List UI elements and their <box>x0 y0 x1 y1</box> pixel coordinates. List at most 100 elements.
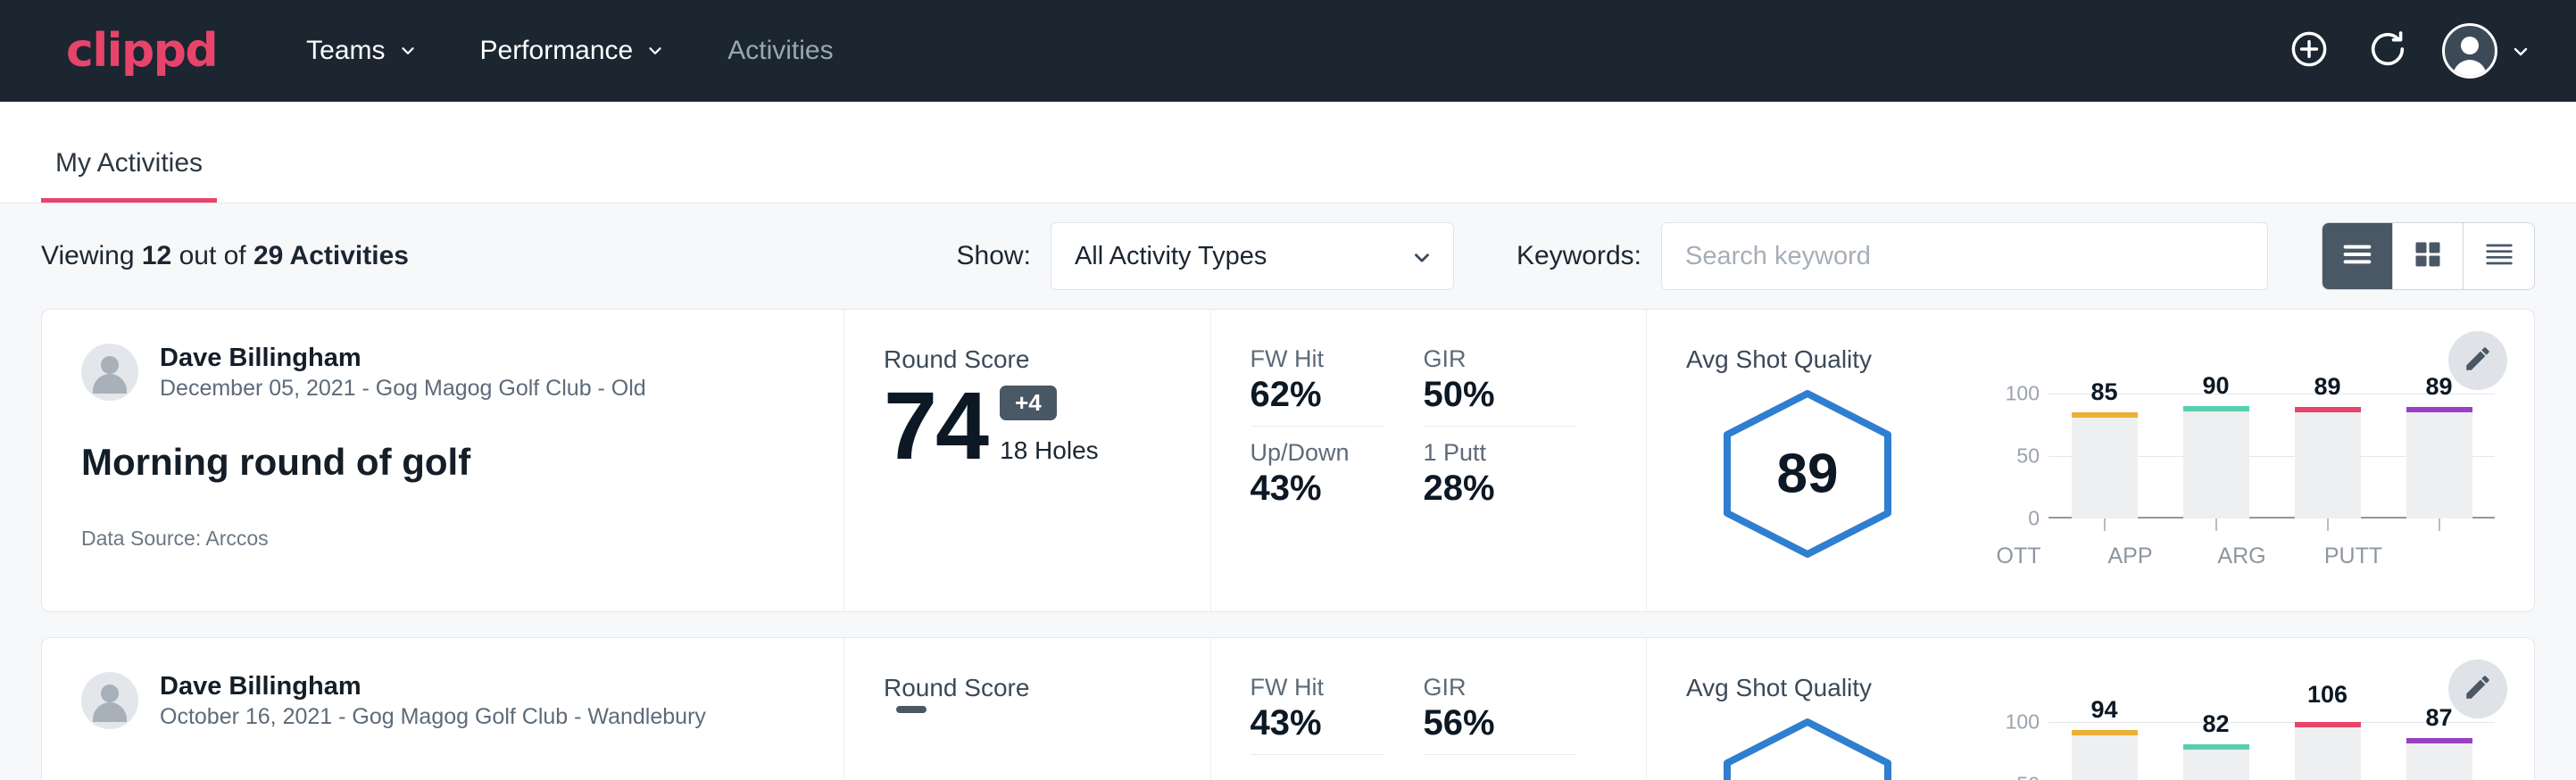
shot-quality-body: 89 100 50 0 <box>1686 379 2495 569</box>
round-score-label: Round Score <box>884 674 1210 702</box>
tab-my-activities[interactable]: My Activities <box>41 148 217 203</box>
round-stats-column: FW Hit 62% GIR 50% Up/Down 43% 1 Putt 28… <box>1211 310 1648 611</box>
avatar <box>2442 23 2497 79</box>
avatar-head <box>101 685 119 702</box>
nav-item-teams[interactable]: Teams <box>306 36 417 66</box>
nav-item-activities[interactable]: Activities <box>727 36 833 66</box>
round-stats-grid: FW Hit 62% GIR 50% Up/Down 43% 1 Putt 28… <box>1251 345 1647 509</box>
chart-bars: 85 90 89 <box>2048 394 2495 519</box>
viewing-summary: Viewing 12 out of 29 Activities <box>41 241 409 271</box>
activity-type-value: All Activity Types <box>1075 242 1410 271</box>
bar-ott-value: 85 <box>2090 378 2117 406</box>
score-to-par-badge: +4 <box>1000 386 1057 420</box>
stat-gir-label: GIR <box>1424 674 1575 701</box>
app-logo[interactable]: clippd <box>66 24 217 78</box>
tab-my-activities-label: My Activities <box>55 148 203 178</box>
bar-app-rect <box>2183 406 2249 519</box>
activity-type-select[interactable]: All Activity Types <box>1051 222 1454 290</box>
y-tick-50: 50 <box>2016 773 2040 780</box>
bar-putt: 89 <box>2383 394 2495 519</box>
shot-quality-column: Avg Shot Quality 100 50 0 <box>1647 638 2534 780</box>
view-mode-list-button[interactable] <box>2323 223 2393 289</box>
avatar-head <box>101 356 119 374</box>
bar-arg-rect <box>2295 722 2361 780</box>
view-mode-compact-button[interactable] <box>2464 223 2534 289</box>
stat-fw-hit-label: FW Hit <box>1251 674 1384 701</box>
stat-gir: GIR 56% <box>1424 674 1575 755</box>
bar-arg: 106 <box>2272 722 2383 780</box>
chart-plot-area: 85 90 89 <box>2048 394 2495 519</box>
chart-x-labels: OTT APP ARG PUTT <box>1963 544 2409 569</box>
activity-card[interactable]: Dave Billingham October 16, 2021 - Gog M… <box>41 637 2535 780</box>
filter-bar: Viewing 12 out of 29 Activities Show: Al… <box>41 203 2535 309</box>
nav-item-performance[interactable]: Performance <box>480 36 666 66</box>
bar-putt-rect <box>2406 407 2472 519</box>
refresh-icon <box>2367 29 2408 74</box>
shot-quality-body: 100 50 0 94 <box>1686 708 2495 780</box>
pencil-icon <box>2463 672 2493 707</box>
chart-bars: 94 82 106 <box>2048 722 2495 780</box>
activity-info-column: Dave Billingham December 05, 2021 - Gog … <box>42 310 844 611</box>
search-input[interactable] <box>1661 222 2268 290</box>
activity-title: Morning round of golf <box>81 441 804 484</box>
x-label-app: APP <box>2074 544 2186 569</box>
stat-one-putt-label: 1 Putt <box>1424 439 1575 467</box>
tickmark <box>2272 519 2383 531</box>
edit-activity-button[interactable] <box>2448 660 2507 718</box>
add-button[interactable] <box>2281 23 2337 79</box>
round-score-column: Round Score <box>844 638 1211 780</box>
author-name: Dave Billingham <box>160 342 646 374</box>
chevron-down-icon <box>2510 41 2530 61</box>
refresh-button[interactable] <box>2360 23 2415 79</box>
pencil-icon <box>2463 344 2493 378</box>
stat-fw-hit: FW Hit 62% <box>1251 345 1384 427</box>
shot-quality-hexagon: 89 <box>1713 385 1902 563</box>
y-tick-0: 0 <box>2028 507 2040 531</box>
round-score-column: Round Score 74 +4 18 Holes <box>844 310 1211 611</box>
chart-plot-area: 94 82 106 <box>2048 722 2495 780</box>
page-tab-bar: My Activities <box>0 102 2576 203</box>
activity-data-source: Data Source: Arccos <box>81 527 804 551</box>
view-mode-grid-button[interactable] <box>2393 223 2464 289</box>
bar-ott-rect <box>2072 412 2138 519</box>
activity-meta: December 05, 2021 - Gog Magog Golf Club … <box>160 374 646 403</box>
round-score-value: 74 <box>884 378 987 474</box>
viewing-prefix: Viewing <box>41 241 142 270</box>
chart-y-axis: 100 50 0 <box>1988 394 2040 519</box>
chevron-down-icon <box>398 41 418 61</box>
y-tick-50: 50 <box>2016 444 2040 469</box>
bar-putt-value: 87 <box>2425 704 2452 732</box>
stat-fw-hit-value: 43% <box>1251 703 1384 743</box>
avg-shot-quality-label: Avg Shot Quality <box>1686 345 2495 374</box>
tickmark <box>2048 519 2160 531</box>
round-stats-column: FW Hit 43% GIR 56% <box>1211 638 1648 780</box>
chevron-down-icon <box>1410 246 1430 266</box>
avatar-body <box>93 702 127 722</box>
keywords-label: Keywords: <box>1517 241 1641 271</box>
x-label-ott: OTT <box>1963 544 2074 569</box>
holes-played: 18 Holes <box>1000 436 1099 465</box>
activity-info-column: Dave Billingham October 16, 2021 - Gog M… <box>42 638 844 780</box>
user-menu[interactable] <box>2442 23 2530 79</box>
activity-author-row: Dave Billingham December 05, 2021 - Gog … <box>81 342 804 403</box>
avatar <box>81 344 138 401</box>
bar-app-value: 82 <box>2202 710 2229 738</box>
y-tick-100: 100 <box>2006 382 2040 406</box>
bar-putt: 87 <box>2383 722 2495 780</box>
avatar-head <box>2461 37 2479 54</box>
y-tick-100: 100 <box>2006 710 2040 734</box>
round-score-side: +4 18 Holes <box>1000 386 1099 474</box>
author-text-block: Dave Billingham October 16, 2021 - Gog M… <box>160 670 706 732</box>
viewing-middle: out of <box>171 241 253 270</box>
round-score-row <box>884 706 1210 743</box>
stat-one-putt-value: 28% <box>1424 469 1575 509</box>
edit-activity-button[interactable] <box>2448 331 2507 390</box>
viewing-total: 29 Activities <box>253 241 409 270</box>
nav-item-activities-label: Activities <box>727 36 833 66</box>
chart-tick-marks <box>2048 519 2495 531</box>
activity-card[interactable]: Dave Billingham December 05, 2021 - Gog … <box>41 309 2535 612</box>
top-navigation-bar: clippd Teams Performance Activities <box>0 0 2576 102</box>
stat-up-down: Up/Down 43% <box>1251 427 1384 509</box>
avatar-body <box>2453 60 2487 79</box>
shot-quality-chart: 100 50 0 94 <box>1902 708 2495 780</box>
